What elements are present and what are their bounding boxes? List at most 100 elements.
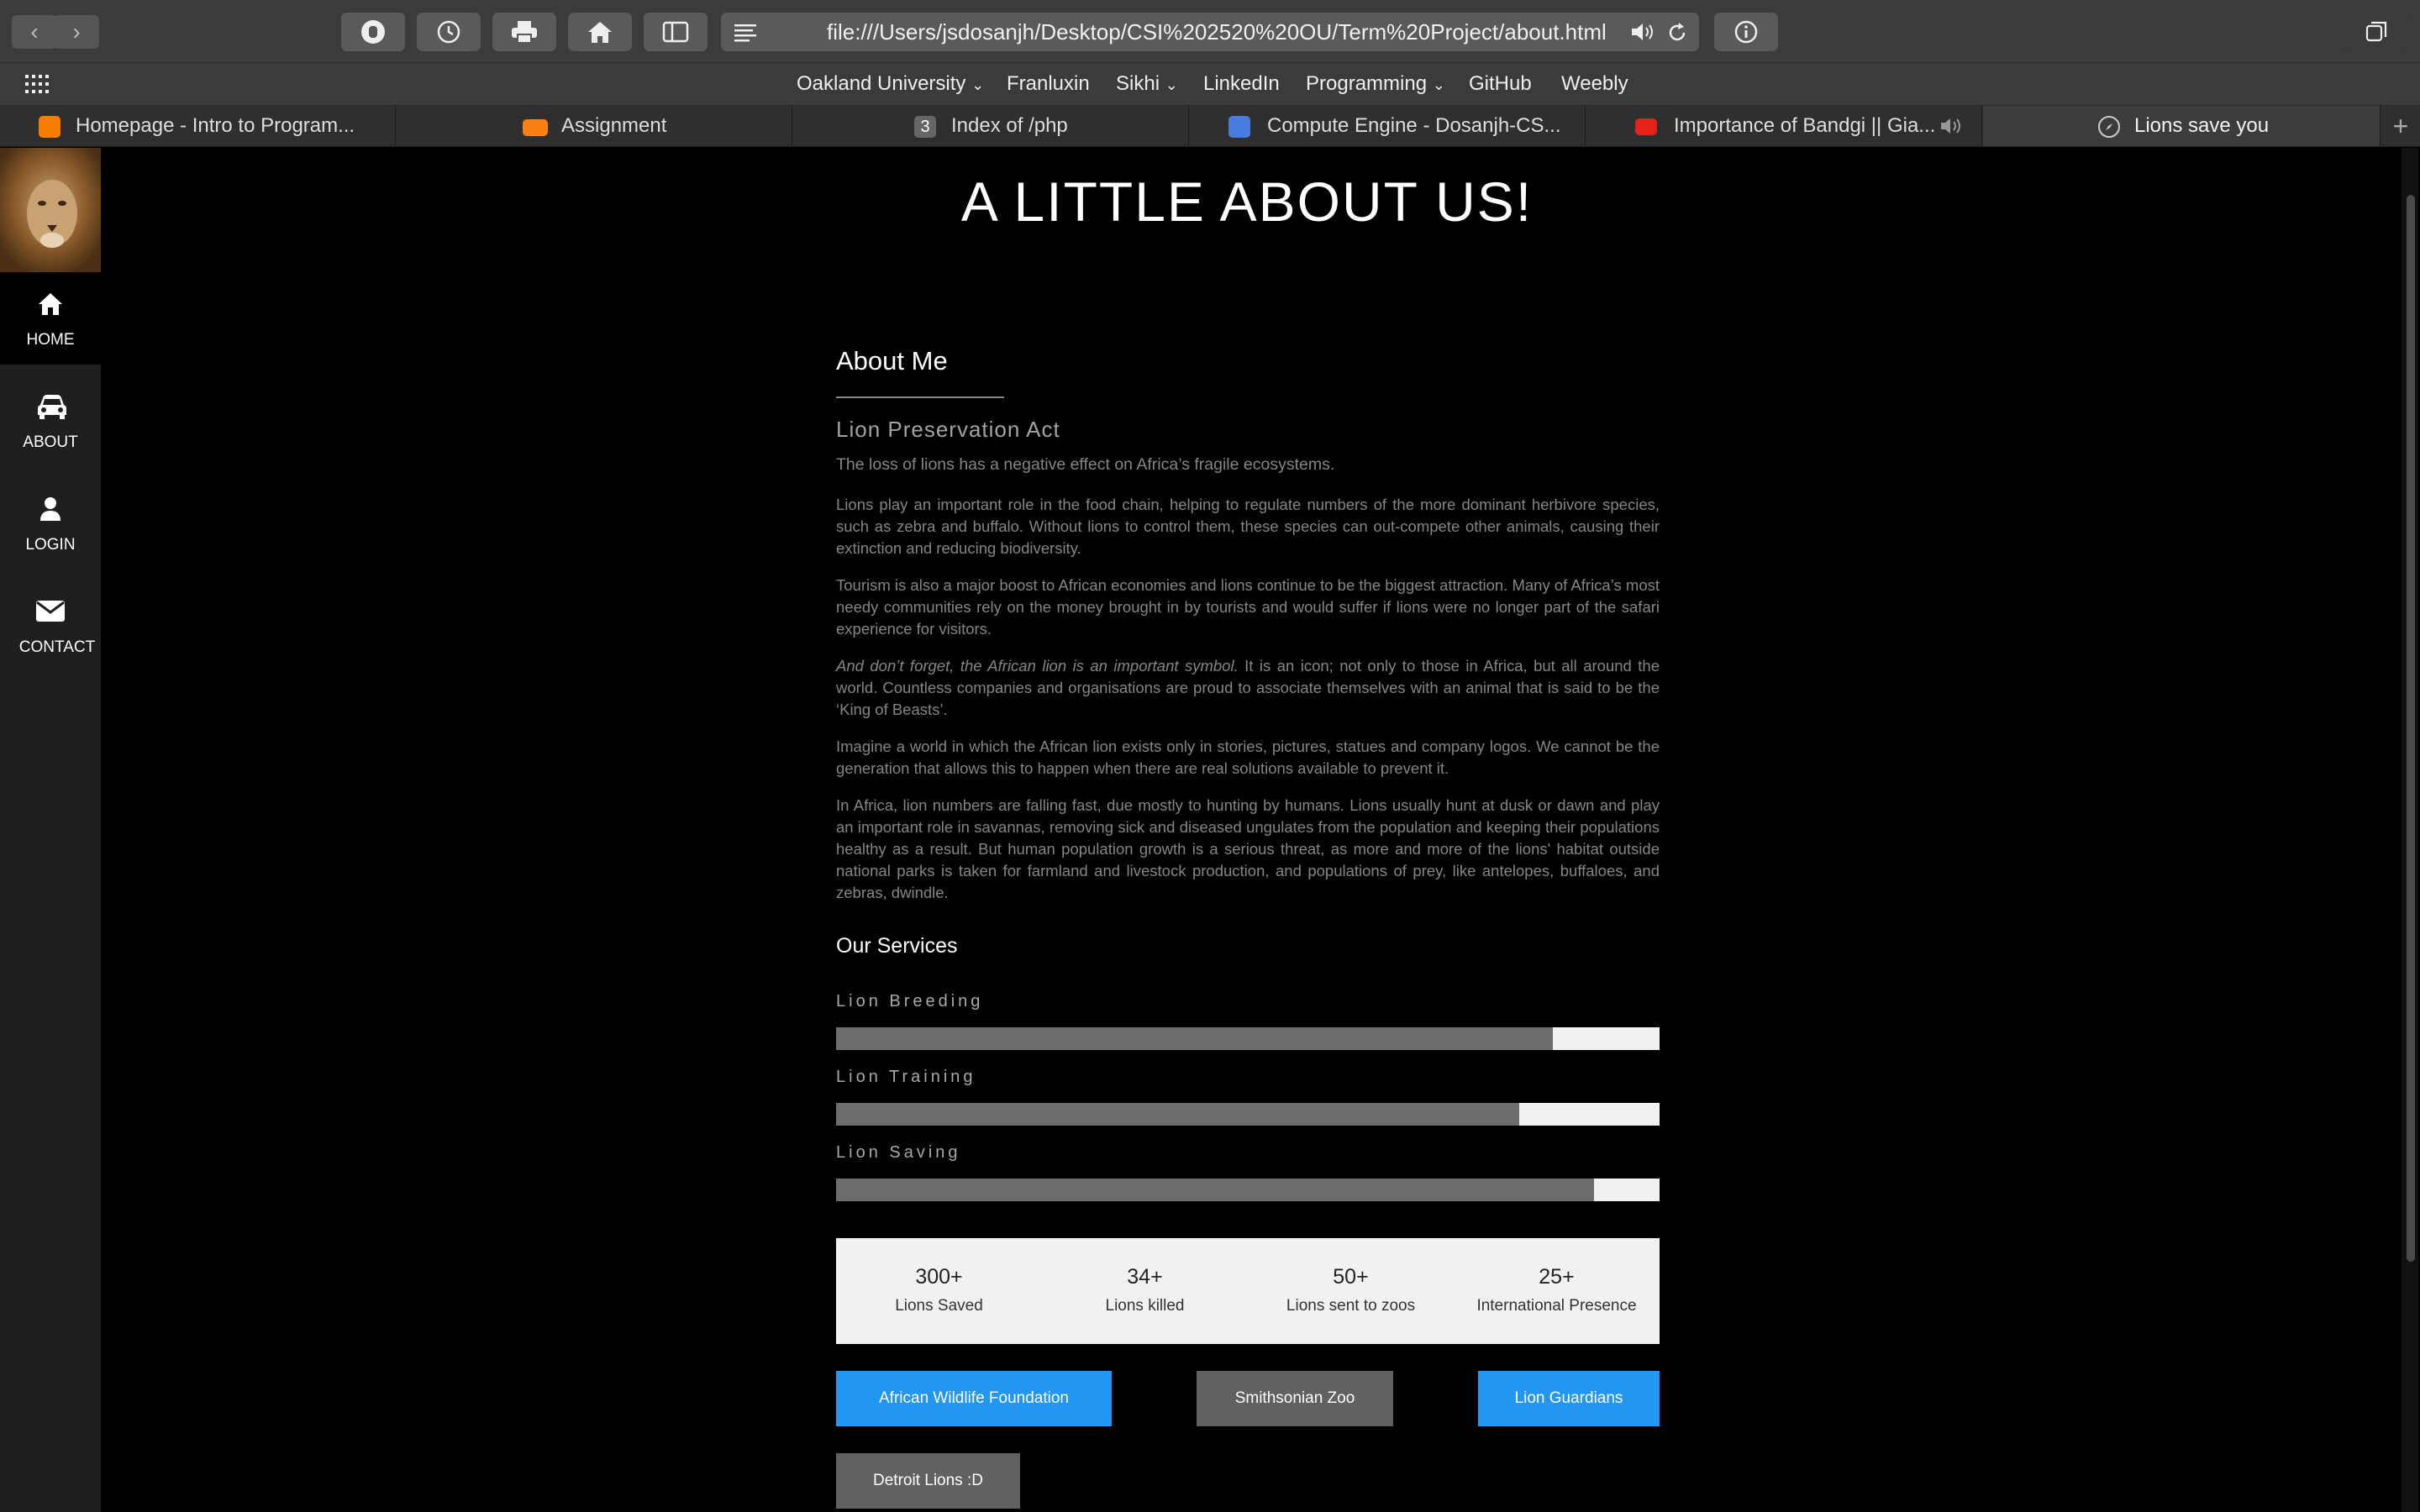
speaker-icon[interactable] <box>1630 22 1657 42</box>
stat-caption: Lions sent to zoos <box>1286 1297 1416 1315</box>
skill-bar <box>836 1179 1660 1201</box>
tab-homepage[interactable]: Homepage - Intro to Program... <box>0 106 396 146</box>
skill-bar <box>836 1103 1660 1126</box>
moodle-icon <box>523 119 548 136</box>
section-subheading: Lion Preservation Act <box>836 417 1060 442</box>
page-scrollbar[interactable] <box>2402 148 2418 1512</box>
chevron-down-icon: ⌄ <box>1165 76 1178 93</box>
site-sidebar: HOME ABOUT LOGIN CONTACT <box>0 148 101 1512</box>
stat-caption: International Presence <box>1476 1297 1637 1315</box>
tab-assignment[interactable]: Assignment <box>397 106 792 146</box>
printer-icon <box>512 21 537 44</box>
services-heading: Our Services <box>836 934 958 958</box>
bookmarks-bar: Oakland University ⌄ Franluxin Sikhi ⌄ L… <box>0 63 2420 106</box>
apps-grid-icon[interactable] <box>25 75 50 93</box>
bookmark-sikhi[interactable]: Sikhi ⌄ <box>1116 72 1178 96</box>
stat-value: 50+ <box>1333 1265 1369 1289</box>
house-icon <box>588 22 612 43</box>
hand-icon <box>361 20 385 44</box>
number-3-icon: 3 <box>914 116 936 138</box>
home-button[interactable] <box>568 13 632 51</box>
chevron-down-icon: ⌄ <box>1432 76 1445 93</box>
nav-contact[interactable]: CONTACT <box>0 580 101 672</box>
bookmark-weebly[interactable]: Weebly <box>1561 72 1628 96</box>
heading-divider <box>836 396 1004 398</box>
lion-guardians-button[interactable]: Lion Guardians <box>1478 1371 1660 1426</box>
about-heading: About Me <box>836 346 948 375</box>
nav-about[interactable]: ABOUT <box>0 375 101 467</box>
chip-icon <box>1228 116 1250 138</box>
skill-bar-fill <box>836 1027 1553 1050</box>
nav-login[interactable]: LOGIN <box>0 477 101 570</box>
lion-face-image <box>0 148 101 272</box>
stat-value: 34+ <box>1127 1265 1163 1289</box>
info-icon <box>1734 20 1758 44</box>
reload-icon[interactable] <box>1665 21 1689 45</box>
clock-icon <box>437 20 460 44</box>
stat-caption: Lions killed <box>1105 1297 1185 1315</box>
stat-caption: Lions Saved <box>895 1297 983 1315</box>
stats-panel: 300+ Lions Saved 34+ Lions killed 50+ Li… <box>836 1238 1660 1344</box>
user-icon <box>40 497 60 521</box>
speaker-icon[interactable] <box>1939 117 1965 135</box>
tab-lions-save-you[interactable]: Lions save you <box>1983 106 2381 146</box>
bookmark-linkedin[interactable]: LinkedIn <box>1203 72 1280 96</box>
url-text[interactable]: file:///Users/jsdosanjh/Desktop/CSI%2025… <box>827 13 1607 51</box>
smithsonian-zoo-button[interactable]: Smithsonian Zoo <box>1197 1371 1393 1426</box>
tab-compute-engine[interactable]: Compute Engine - Dosanjh-CS... <box>1190 106 1586 146</box>
tab-bandgi[interactable]: Importance of Bandgi || Gia... <box>1586 106 1982 146</box>
tab-index-php[interactable]: 3 Index of /php <box>793 106 1189 146</box>
paragraph: Lions play an important role in the food… <box>836 496 1660 557</box>
scrollbar-thumb[interactable] <box>2407 195 2415 1262</box>
forward-button[interactable]: › <box>54 15 99 49</box>
bookmark-oakland-university[interactable]: Oakland University ⌄ <box>797 72 984 96</box>
paragraph: In Africa, lion numbers are falling fast… <box>836 796 1660 901</box>
sidebar-toggle-button[interactable] <box>644 13 708 51</box>
bookmark-programming[interactable]: Programming ⌄ <box>1306 72 1445 96</box>
chevron-down-icon: ⌄ <box>971 76 985 93</box>
chevron-left-icon: ‹ <box>30 18 39 45</box>
page-title: A LITTLE ABOUT US! <box>960 171 1534 233</box>
nav-label: CONTACT <box>18 638 96 656</box>
lion-logo[interactable] <box>0 148 101 272</box>
reader-icon[interactable] <box>733 22 758 42</box>
paragraph: Imagine a world in which the African lio… <box>836 738 1660 777</box>
back-button[interactable]: ‹ <box>12 15 57 49</box>
skill-label: Lion Breeding <box>836 992 984 1011</box>
nav-label: LOGIN <box>25 536 76 554</box>
tab-overview-button[interactable] <box>2344 13 2408 51</box>
home-icon <box>39 293 62 315</box>
bookmark-github[interactable]: GitHub <box>1469 72 1532 96</box>
stat-value: 25+ <box>1539 1265 1575 1289</box>
lead-text: The loss of lions has a negative effect … <box>836 455 1335 474</box>
italic-lead: And don’t forget, the African lion is an… <box>836 657 1239 675</box>
stat-value: 300+ <box>915 1265 963 1289</box>
tab-bar: Homepage - Intro to Program... Assignmen… <box>0 106 2420 147</box>
skill-label: Lion Saving <box>836 1143 961 1162</box>
paragraph: And don’t forget, the African lion is an… <box>836 657 1660 718</box>
youtube-icon <box>1635 118 1657 135</box>
envelope-icon <box>36 601 65 622</box>
chevron-right-icon: › <box>72 18 81 45</box>
car-icon <box>38 395 66 419</box>
history-button[interactable] <box>417 13 481 51</box>
sidebar-icon <box>662 21 689 43</box>
skill-label: Lion Training <box>836 1068 976 1086</box>
privacy-hand-button[interactable] <box>341 13 405 51</box>
nav-home[interactable]: HOME <box>0 272 101 365</box>
nav-label: ABOUT <box>23 433 78 451</box>
address-bar[interactable]: file:///Users/jsdosanjh/Desktop/CSI%2025… <box>721 13 1699 51</box>
bookmark-franluxin[interactable]: Franluxin <box>1007 72 1090 96</box>
print-button[interactable] <box>492 13 556 51</box>
detroit-lions-button[interactable]: Detroit Lions :D <box>836 1453 1020 1509</box>
compass-icon <box>2098 116 2120 138</box>
browser-toolbar: ‹ › file:///Users/jsdosanjh/Desktop/CSI%… <box>0 0 2420 63</box>
skill-bar-fill <box>836 1179 1594 1201</box>
nav-label: HOME <box>26 331 75 349</box>
paragraph: Tourism is also a major boost to African… <box>836 576 1660 638</box>
skill-bar <box>836 1027 1660 1050</box>
tabs-icon <box>2365 21 2387 42</box>
african-wildlife-foundation-button[interactable]: African Wildlife Foundation <box>836 1371 1112 1426</box>
info-button[interactable] <box>1714 13 1778 51</box>
new-tab-button[interactable]: + <box>2381 106 2420 146</box>
